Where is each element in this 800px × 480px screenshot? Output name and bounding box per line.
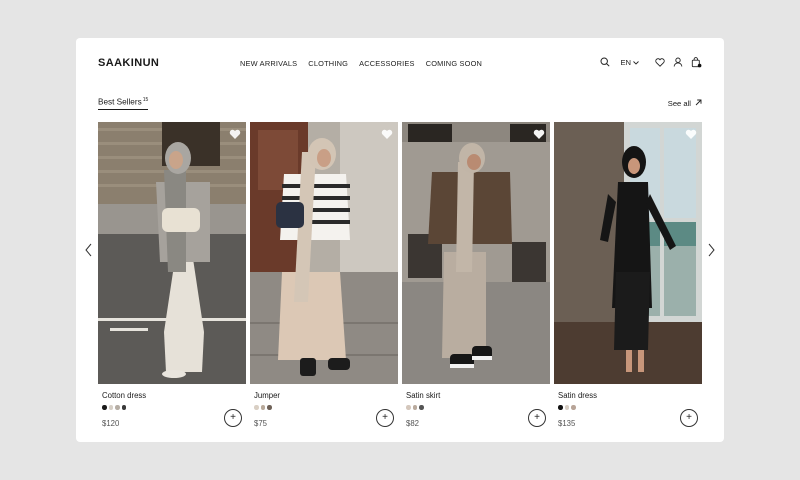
add-to-cart-button[interactable]: + <box>376 409 394 427</box>
main-nav: NEW ARRIVALS CLOTHING ACCESSORIES COMING… <box>240 59 482 68</box>
see-all-link[interactable]: See all <box>668 99 702 108</box>
color-swatch[interactable] <box>102 405 107 410</box>
product-card[interactable]: Satin dress $135 + <box>554 122 702 432</box>
product-photo[interactable] <box>402 122 550 384</box>
section-count: 15 <box>142 97 149 103</box>
plus-icon: + <box>230 412 236 423</box>
arrow-up-right-icon <box>695 99 702 108</box>
bag-icon[interactable] <box>690 56 702 68</box>
header-actions: EN <box>599 56 702 68</box>
product-name[interactable]: Jumper <box>254 391 280 400</box>
product-photo[interactable] <box>250 122 398 384</box>
color-swatch[interactable] <box>571 405 576 410</box>
color-swatch[interactable] <box>267 405 272 410</box>
product-photo[interactable] <box>98 122 246 384</box>
color-swatch[interactable] <box>406 405 411 410</box>
nav-accessories[interactable]: ACCESSORIES <box>359 59 415 68</box>
plus-icon: + <box>534 412 540 423</box>
add-to-cart-button[interactable]: + <box>224 409 242 427</box>
color-swatch[interactable] <box>115 405 120 410</box>
nav-clothing[interactable]: CLOTHING <box>308 59 348 68</box>
product-price: $120 <box>102 419 120 428</box>
product-card[interactable]: Cotton dress $120 + <box>98 122 246 432</box>
color-swatch[interactable] <box>419 405 424 410</box>
heart-icon[interactable] <box>229 127 241 139</box>
color-swatch[interactable] <box>412 405 417 410</box>
section-title: Best Sellers15 <box>98 97 149 110</box>
language-label: EN <box>620 57 631 67</box>
see-all-label: See all <box>667 99 691 108</box>
color-swatch[interactable] <box>558 405 563 410</box>
product-name[interactable]: Satin dress <box>558 391 597 400</box>
carousel-prev-arrow-icon[interactable] <box>83 242 95 258</box>
color-swatch[interactable] <box>108 405 113 410</box>
heart-icon[interactable] <box>654 56 666 68</box>
color-swatch[interactable] <box>254 405 259 410</box>
color-swatches <box>254 405 272 410</box>
product-card[interactable]: Satin skirt $82 + <box>402 122 550 432</box>
color-swatch[interactable] <box>260 405 265 410</box>
plus-icon: + <box>382 412 388 423</box>
nav-coming-soon[interactable]: COMING SOON <box>426 59 482 68</box>
product-name[interactable]: Cotton dress <box>102 391 146 400</box>
product-price: $75 <box>254 419 268 428</box>
chevron-down-icon <box>633 58 639 67</box>
heart-icon[interactable] <box>685 127 697 139</box>
user-icon[interactable] <box>672 56 684 68</box>
color-swatch[interactable] <box>564 405 569 410</box>
storefront-card: SAAKINUN NEW ARRIVALS CLOTHING ACCESSORI… <box>76 38 724 442</box>
color-swatches <box>102 405 126 410</box>
product-photo[interactable] <box>554 122 702 384</box>
add-to-cart-button[interactable]: + <box>528 409 546 427</box>
add-to-cart-button[interactable]: + <box>680 409 698 427</box>
color-swatches <box>558 405 576 410</box>
brand-logo[interactable]: SAAKINUN <box>98 57 159 69</box>
product-name[interactable]: Satin skirt <box>406 391 440 400</box>
product-carousel: Cotton dress $120 + Jumper $75 + Satin s… <box>98 122 702 432</box>
color-swatches <box>406 405 424 410</box>
nav-new-arrivals[interactable]: NEW ARRIVALS <box>240 59 297 68</box>
plus-icon: + <box>686 412 692 423</box>
product-card[interactable]: Jumper $75 + <box>250 122 398 432</box>
search-icon[interactable] <box>599 56 611 68</box>
section-title-label: Best Sellers <box>98 97 142 107</box>
heart-icon[interactable] <box>533 127 545 139</box>
carousel-next-arrow-icon[interactable] <box>705 242 717 258</box>
color-swatch[interactable] <box>121 405 126 410</box>
product-price: $82 <box>406 419 420 428</box>
product-price: $135 <box>558 419 576 428</box>
language-selector[interactable]: EN <box>620 58 639 67</box>
heart-icon[interactable] <box>381 127 393 139</box>
